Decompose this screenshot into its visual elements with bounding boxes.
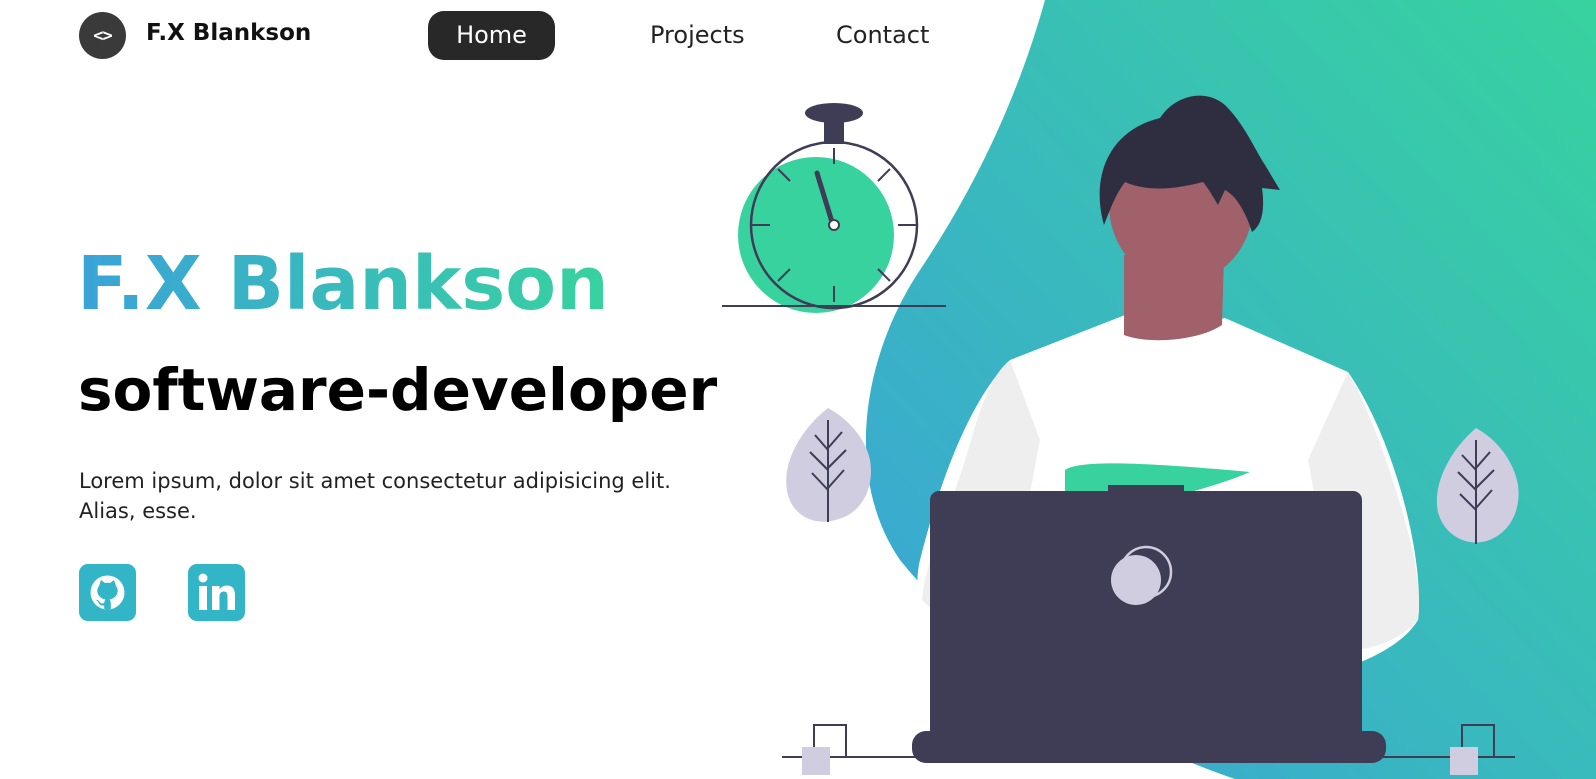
github-link[interactable] (79, 564, 136, 621)
linkedin-link[interactable] (188, 564, 245, 621)
top-nav: <> F.X Blankson Home Projects Contact (0, 0, 1000, 72)
hero-role: software-developer (78, 356, 718, 424)
github-icon (90, 575, 125, 610)
hero-name: F.X Blankson (77, 241, 609, 327)
stopwatch-icon (722, 103, 946, 313)
leaf-icon (786, 408, 871, 522)
leaf-icon (1436, 428, 1519, 544)
nav-link-projects[interactable]: Projects (650, 11, 745, 60)
nav-link-contact[interactable]: Contact (836, 11, 929, 60)
nav-link-home[interactable]: Home (428, 11, 555, 60)
linkedin-icon (198, 573, 235, 610)
laptop-icon (912, 485, 1386, 763)
brand-name[interactable]: F.X Blankson (146, 20, 311, 46)
logo-code-icon[interactable]: <> (79, 12, 126, 59)
hero-description: Lorem ipsum, dolor sit amet consectetur … (79, 469, 671, 523)
